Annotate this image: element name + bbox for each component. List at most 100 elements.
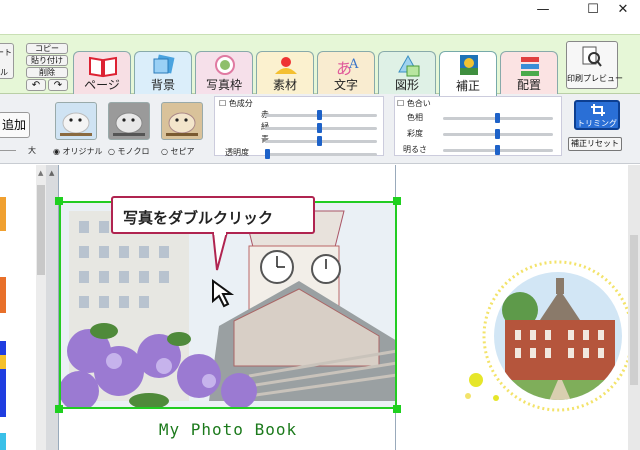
canvas-scrollbar[interactable]: [628, 165, 640, 450]
print-preview-button[interactable]: 印刷プレビュー: [566, 41, 623, 89]
tab-label: 素材: [272, 78, 297, 92]
material-icon: [275, 57, 297, 74]
tab-label: 背景: [150, 78, 175, 92]
crop-icon: [591, 104, 605, 116]
bird-photo-icon: [60, 112, 92, 136]
mouse-cursor-icon: [212, 279, 235, 308]
resize-handle-bottom-right[interactable]: [393, 405, 401, 413]
filter-original-thumb[interactable]: [55, 102, 97, 140]
delete-button[interactable]: 削除: [26, 67, 68, 78]
size-slider-track[interactable]: [0, 150, 16, 151]
radio-sepia[interactable]: ○ セピア: [161, 146, 195, 157]
page-book-icon: [89, 56, 117, 78]
resize-handle-top-left[interactable]: [55, 197, 63, 205]
thumbnail-partial: [0, 355, 6, 369]
radio-label: モノクロ: [117, 147, 150, 156]
red-slider-thumb[interactable]: [317, 110, 322, 120]
green-slider-thumb[interactable]: [317, 123, 322, 133]
bird-photo-icon: [166, 112, 198, 136]
tab-label: ページ: [84, 78, 120, 92]
circle-photo-frame[interactable]: [460, 250, 628, 430]
shape-icon: [398, 54, 420, 77]
scroll-up-arrow-icon[interactable]: ▲: [49, 169, 54, 177]
tooltip-text: 写真をダブルクリック: [123, 209, 274, 227]
opacity-slider[interactable]: [265, 153, 377, 156]
scrollbar-thumb[interactable]: [37, 185, 45, 275]
redo-button[interactable]: ↷: [48, 79, 68, 91]
saturation-slider-thumb[interactable]: [495, 129, 500, 139]
paste-button[interactable]: 貼り付け: [26, 55, 68, 66]
tab-page[interactable]: ページ: [73, 51, 131, 95]
tab-label: 配置: [516, 78, 541, 92]
trimming-label: トリミング: [577, 119, 617, 128]
tab-label: 補正: [455, 79, 480, 93]
filter-sepia-thumb[interactable]: [161, 102, 203, 140]
photobook-editor-window: — ☐ ✕ ート ル コピー 貼り付け 削除 ↶ ↷ ページ 背景: [0, 0, 640, 450]
close-button[interactable]: ✕: [600, 0, 640, 20]
radio-label: オリジナル: [62, 147, 103, 156]
scrollbar-thumb[interactable]: [630, 235, 638, 385]
thumbnail-partial[interactable]: [0, 277, 6, 313]
print-preview-label: 印刷プレビュー: [567, 74, 623, 83]
partial-left-label-top: ート: [0, 48, 12, 57]
ribbon-toolbar: ート ル コピー 貼り付け 削除 ↶ ↷ ページ 背景: [0, 34, 640, 96]
copy-button[interactable]: コピー: [26, 43, 68, 54]
correction-icon: [460, 55, 478, 75]
editing-workspace: ▲ ▲ 写真をダブルクリック My Photo Book: [0, 165, 640, 450]
text-icon: あ A: [336, 57, 359, 78]
title-bar: — ☐ ✕: [0, 0, 640, 34]
thumbnail-scrollbar[interactable]: ▲: [36, 165, 46, 450]
color-component-checkbox[interactable]: ☐ 色成分: [219, 98, 253, 109]
album-page[interactable]: 写真をダブルクリック My Photo Book: [55, 165, 401, 450]
tab-shape[interactable]: 図形: [378, 51, 436, 95]
hue-label: 色相: [407, 113, 423, 122]
album-caption[interactable]: My Photo Book: [59, 420, 397, 439]
checkbox-label: 色成分: [228, 99, 253, 108]
minimize-button[interactable]: —: [520, 0, 566, 20]
trimming-button[interactable]: トリミング: [574, 100, 620, 130]
opacity-label: 透明度: [225, 148, 249, 157]
tab-layout[interactable]: 配置: [500, 51, 558, 95]
radio-original[interactable]: ◉ オリジナル: [53, 146, 103, 157]
double-click-tooltip: 写真をダブルクリック: [111, 196, 315, 234]
tab-text[interactable]: あ A 文字: [317, 51, 375, 95]
magnifier-page-icon: [582, 46, 602, 67]
filter-mono-thumb[interactable]: [108, 102, 150, 140]
scroll-up-arrow-icon[interactable]: ▲: [38, 169, 43, 177]
tab-correction[interactable]: 補正: [439, 51, 497, 96]
correction-tool-panel: 追加 大 ◉ オリジナル ○ モノクロ ○ セピア ☐ 色成分 透明度 ☐ 色合…: [0, 94, 640, 164]
tab-photo-frame[interactable]: 写真枠: [195, 51, 253, 95]
radio-mono[interactable]: ○ モノクロ: [108, 146, 150, 157]
page-thumbnail-strip[interactable]: [0, 165, 36, 450]
tooltip-pointer: [211, 232, 229, 271]
radio-label: セピア: [170, 147, 195, 156]
thumbnail-partial[interactable]: [0, 433, 6, 450]
resize-handle-bottom-left[interactable]: [55, 405, 63, 413]
svg-text:A: A: [348, 57, 359, 72]
thumbnail-partial[interactable]: [0, 341, 6, 417]
color-tone-panel: ☐ 色合い 色相 彩度 明るさ: [394, 96, 562, 156]
size-large-label: 大: [28, 146, 36, 155]
resize-handle-top-right[interactable]: [393, 197, 401, 205]
thumbnail-partial[interactable]: [0, 197, 6, 231]
blue-slider-thumb[interactable]: [317, 136, 322, 146]
color-tone-checkbox[interactable]: ☐ 色合い: [397, 98, 431, 109]
partial-left-button[interactable]: ート ル: [0, 43, 14, 79]
layout-icon: [521, 57, 539, 76]
undo-button[interactable]: ↶: [26, 79, 46, 91]
opacity-slider-thumb[interactable]: [265, 149, 270, 159]
brightness-slider-thumb[interactable]: [495, 145, 500, 155]
reset-correction-button[interactable]: 補正リセット: [568, 137, 622, 151]
tab-material[interactable]: 素材: [256, 51, 314, 95]
checkbox-label: 色合い: [406, 99, 431, 108]
hue-slider-thumb[interactable]: [495, 113, 500, 123]
bird-photo-icon: [113, 112, 145, 136]
background-icon: [153, 54, 175, 74]
tab-label: 写真枠: [205, 78, 242, 92]
saturation-label: 彩度: [407, 129, 423, 138]
tab-background[interactable]: 背景: [134, 51, 192, 95]
add-button[interactable]: 追加: [0, 112, 30, 138]
color-component-panel: ☐ 色成分 赤 緑 青 透明度: [214, 96, 384, 159]
brightness-label: 明るさ: [403, 145, 427, 154]
photo-frame-icon: [215, 55, 235, 75]
